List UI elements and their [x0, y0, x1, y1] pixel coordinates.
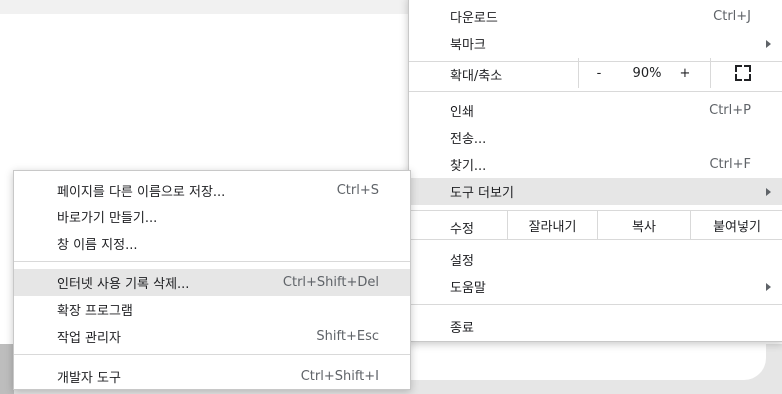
- edit-label: 수정: [450, 222, 474, 237]
- menu-item-label: 확장 프로그램: [57, 304, 133, 319]
- more-tools-submenu: 페이지를 다른 이름으로 저장... Ctrl+S 바로가기 만들기... 창 …: [13, 170, 411, 390]
- zoom-value: 90%: [632, 65, 662, 81]
- menu-separator: [409, 239, 782, 240]
- menu-item-shortcut: Ctrl+Shift+Del: [282, 275, 379, 290]
- submenu-item-developer-tools[interactable]: 개발자 도구 Ctrl+Shift+I: [14, 363, 410, 390]
- menu-item-label: 도움말: [450, 281, 486, 296]
- paste-label: 붙여넣기: [713, 219, 761, 235]
- menu-item-label: 인터넷 사용 기록 삭제...: [57, 277, 190, 292]
- menu-item-shortcut: Shift+Esc: [316, 329, 379, 344]
- menu-item-more-tools[interactable]: 도구 더보기: [409, 178, 782, 205]
- menu-item-shortcut: Ctrl+F: [709, 157, 751, 172]
- submenu-item-extensions[interactable]: 확장 프로그램: [14, 296, 410, 323]
- menu-item-label: 찾기...: [450, 159, 487, 174]
- menu-separator: [14, 261, 410, 262]
- menu-item-label: 창 이름 지정...: [57, 238, 138, 253]
- zoom-row: 확대/축소 - 90% +: [409, 58, 782, 88]
- menu-item-label: 페이지를 다른 이름으로 저장...: [57, 185, 226, 200]
- zoom-label: 확대/축소: [450, 69, 503, 84]
- menu-item-label: 북마크: [450, 38, 486, 53]
- menu-item-label: 인쇄: [450, 105, 474, 120]
- fullscreen-button[interactable]: [711, 58, 775, 88]
- menu-item-settings[interactable]: 설정: [409, 246, 782, 273]
- menu-item-label: 종료: [450, 321, 474, 336]
- zoom-out-button[interactable]: -: [579, 58, 619, 88]
- cut-label: 잘라내기: [528, 219, 577, 235]
- menu-separator: [409, 304, 782, 305]
- zoom-in-label: +: [679, 65, 691, 81]
- page-left-bar: [0, 344, 14, 394]
- menu-item-cast[interactable]: 전송...: [409, 124, 782, 151]
- menu-item-label: 개발자 도구: [57, 371, 121, 386]
- menu-item-shortcut: Ctrl+Shift+I: [300, 369, 379, 384]
- menu-item-label: 바로가기 만들기...: [57, 211, 158, 226]
- menu-item-label: 전송...: [450, 132, 487, 147]
- copy-button[interactable]: 복사: [598, 211, 690, 239]
- submenu-arrow-icon: [766, 282, 771, 291]
- menu-item-shortcut: Ctrl+S: [336, 183, 379, 198]
- browser-main-menu: 다운로드 Ctrl+J 북마크 확대/축소 - 90% + 인쇄 Ctrl+P …: [408, 0, 782, 342]
- menu-item-downloads[interactable]: 다운로드 Ctrl+J: [409, 3, 782, 30]
- menu-item-label: 설정: [450, 254, 474, 269]
- menu-item-shortcut: Ctrl+J: [713, 9, 751, 24]
- fullscreen-icon: [735, 65, 751, 81]
- menu-separator: [14, 354, 410, 355]
- zoom-out-label: -: [596, 65, 602, 81]
- menu-item-help[interactable]: 도움말: [409, 273, 782, 300]
- submenu-item-create-shortcut[interactable]: 바로가기 만들기...: [14, 203, 410, 230]
- menu-item-label: 작업 관리자: [57, 331, 121, 346]
- cut-button[interactable]: 잘라내기: [508, 211, 597, 239]
- menu-item-bookmarks[interactable]: 북마크: [409, 30, 782, 57]
- submenu-item-task-manager[interactable]: 작업 관리자 Shift+Esc: [14, 323, 410, 350]
- edit-row: 수정 잘라내기 복사 붙여넣기: [409, 211, 782, 239]
- menu-item-shortcut: Ctrl+P: [709, 103, 751, 118]
- menu-item-label: 다운로드: [450, 11, 498, 26]
- copy-label: 복사: [632, 219, 656, 235]
- zoom-in-button[interactable]: +: [665, 58, 705, 88]
- menu-item-exit[interactable]: 종료: [409, 313, 782, 340]
- submenu-item-save-page[interactable]: 페이지를 다른 이름으로 저장... Ctrl+S: [14, 177, 410, 204]
- submenu-arrow-icon: [766, 187, 771, 196]
- submenu-item-clear-browsing-data[interactable]: 인터넷 사용 기록 삭제... Ctrl+Shift+Del: [14, 269, 410, 296]
- menu-separator: [409, 91, 782, 92]
- submenu-item-name-window[interactable]: 창 이름 지정...: [14, 230, 410, 257]
- menu-item-label: 도구 더보기: [450, 186, 514, 201]
- menu-item-print[interactable]: 인쇄 Ctrl+P: [409, 97, 782, 124]
- submenu-arrow-icon: [766, 39, 771, 48]
- menu-item-find[interactable]: 찾기... Ctrl+F: [409, 151, 782, 178]
- paste-button[interactable]: 붙여넣기: [691, 211, 782, 239]
